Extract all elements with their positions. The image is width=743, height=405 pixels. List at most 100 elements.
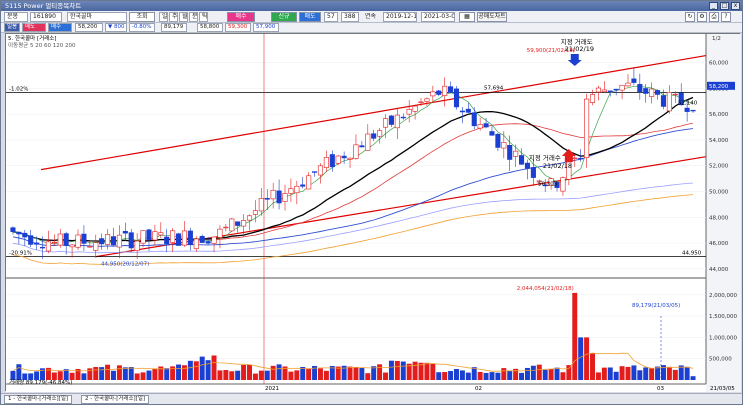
maximize-button[interactable]: □ [720, 2, 729, 10]
continuous-label[interactable]: 연속 [362, 12, 382, 22]
period-day-tab[interactable]: 일 [159, 12, 168, 22]
volume-bar [10, 370, 16, 380]
candle-body [99, 238, 105, 245]
candle-body [513, 150, 519, 157]
volume-bar [181, 365, 187, 380]
volume-bar [524, 367, 530, 380]
period-tick-tab[interactable]: 틱 [199, 12, 208, 22]
candle-body [501, 141, 507, 149]
volume-bar [63, 369, 69, 380]
candle-body [181, 230, 188, 246]
candle-body [341, 155, 347, 159]
volume-bar [116, 365, 122, 380]
count-input[interactable]: 57 [324, 12, 338, 22]
candle-body [105, 234, 111, 245]
new-button[interactable]: 신규 [271, 12, 297, 22]
volume-bar [16, 364, 22, 380]
volume-bar [134, 373, 140, 380]
candle-body [465, 108, 471, 113]
volume-tick-label: 500,000 [709, 357, 732, 363]
low-price: 57,900 [253, 23, 279, 32]
volume-max-label: 2,044,054(21/02/18) [517, 286, 574, 292]
volume-bar [69, 372, 75, 380]
candle-body [69, 244, 75, 248]
candle-body [347, 157, 353, 160]
volume-bar [607, 367, 613, 380]
stock-code-input[interactable]: 161890 [30, 12, 62, 22]
candle-body [572, 157, 578, 160]
date-to-input[interactable]: 2021-03-05 [421, 12, 455, 22]
stock-name-field[interactable]: 한국콜마 [67, 12, 127, 22]
volume-bar [229, 371, 235, 380]
inquiry-button[interactable]: 조회 [129, 12, 155, 22]
period-week-tab[interactable]: 주 [169, 12, 178, 22]
volume-bar [347, 366, 353, 380]
sell-mini-button[interactable]: 매도 [22, 23, 46, 32]
volume-bar [684, 366, 690, 380]
volume-bar [288, 371, 294, 380]
candle-body [483, 123, 489, 128]
volume-bar [643, 367, 649, 380]
chart-tab-2[interactable]: 2 - 한국콜마-[거래소][일] [81, 395, 150, 404]
volume-bar [394, 360, 400, 380]
refresh-icon[interactable]: ↻ [685, 12, 695, 22]
buy-button[interactable]: 매수 [227, 12, 255, 22]
candle-body [134, 240, 140, 251]
volume-bar [477, 371, 483, 380]
volume-bar [93, 366, 99, 380]
date-from-input[interactable]: 2019-12-16 [383, 12, 417, 22]
chart-tab-1[interactable]: 1 - 한국콜마-[거래소][일] [4, 395, 73, 404]
mode-select[interactable]: 분봉 [4, 12, 28, 22]
volume-bar [465, 372, 471, 380]
minimize-button[interactable]: _ [709, 2, 718, 10]
app-window: 5115 Power 멀티종목차트 _ □ x 분봉 161890 한국콜마 조… [0, 0, 743, 405]
candle-body [81, 233, 87, 244]
settings-icon[interactable]: ⚙ [697, 12, 707, 22]
volume-bar [501, 368, 507, 380]
sell-button[interactable]: 매도 [299, 12, 321, 22]
volume-value: 89,179 [161, 23, 187, 32]
indicator-tab[interactable]: 일봉 [4, 23, 20, 32]
mid-label: 50,303 [538, 182, 558, 188]
candle-body [637, 84, 643, 93]
volume-bar [649, 368, 655, 380]
help-icon[interactable]: ? [721, 12, 731, 22]
volume-ref-label: 89,179(21/03/05) [632, 303, 680, 309]
candle-body [158, 232, 164, 236]
chart-header-title: 5. 한국콜마 [거래소] [8, 34, 56, 42]
volume-bar [359, 368, 365, 380]
candlestick-chart[interactable]: 60,00058,00056,00054,00052,00050,00048,0… [6, 34, 741, 392]
volume-left-label: 거래량 89,179(-46.84%) [9, 378, 72, 386]
candle-body [643, 88, 649, 94]
volume-bar [81, 373, 87, 380]
candle-body [382, 118, 389, 128]
short-chart-button[interactable]: 공매도차트 [477, 12, 507, 22]
candle-body [448, 86, 454, 93]
period-min-tab[interactable]: 분 [189, 12, 198, 22]
buy-mini-button[interactable]: 매수 [48, 23, 72, 32]
candle-body [453, 88, 460, 108]
volume-bar [601, 367, 607, 380]
candle-body [436, 90, 442, 95]
candle-body [264, 198, 270, 200]
candle-body [22, 232, 28, 238]
upper-right-label: 1/2 [712, 36, 721, 42]
close-button[interactable]: x [731, 2, 740, 10]
time-tick-label: 03 [657, 386, 664, 392]
resistance-label: 57,694 [484, 85, 504, 91]
high-price-label: 59,900(21/02/19) [527, 48, 575, 54]
print-icon[interactable]: ⎙ [709, 12, 719, 22]
volume-bar [536, 364, 542, 380]
calendar-icon[interactable]: ▦ [459, 12, 475, 22]
count2-input[interactable]: 388 [341, 12, 359, 22]
window-title: 5115 Power 멀티종목차트 [5, 2, 82, 10]
candle-body [270, 189, 276, 200]
volume-bar [519, 372, 525, 380]
time-tick-label: 2021 [265, 386, 279, 392]
candle-body [122, 230, 128, 234]
buy-annotation-date: 21/02/18 [543, 162, 572, 170]
candle-body [93, 242, 99, 251]
chart-area[interactable]: 60,00058,00056,00054,00052,00050,00048,0… [5, 33, 741, 392]
quote-bar: 일봉 매도 매수 58,200 ▼ 800 -0.80% 89,179 58,8… [1, 23, 742, 33]
period-month-tab[interactable]: 월 [179, 12, 188, 22]
